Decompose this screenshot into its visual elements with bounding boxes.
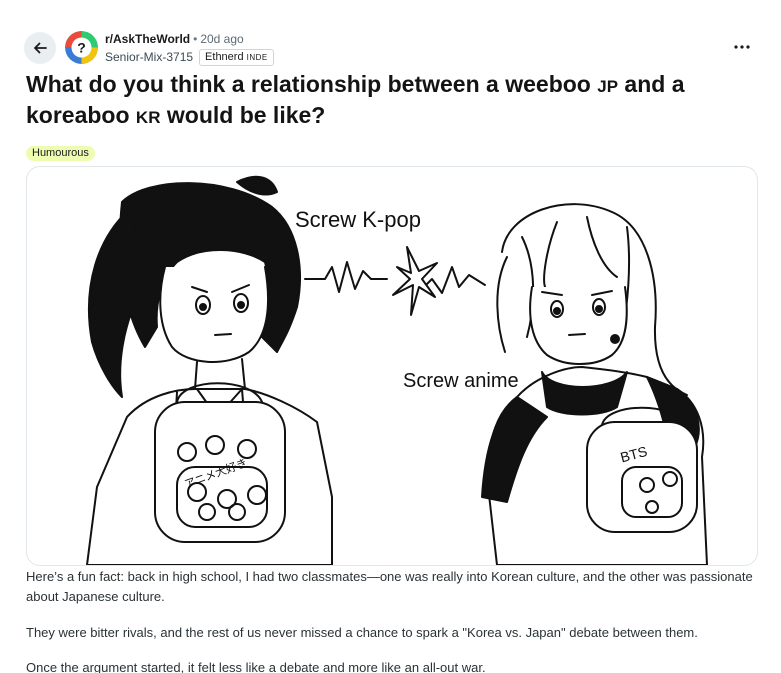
body-paragraph-1: Here’s a fun fact: back in high school, …: [26, 569, 753, 604]
user-flair: Ethnerd INDE: [199, 49, 274, 66]
post-time: 20d ago: [200, 32, 244, 46]
country-code-kr: KR: [135, 108, 161, 127]
back-button[interactable]: [24, 32, 56, 64]
body-paragraph-2: They were bitter rivals, and the rest of…: [26, 625, 698, 640]
title-text-3: would be like?: [160, 102, 326, 128]
country-code-jp: JP: [597, 77, 619, 96]
post-title: What do you think a relationship between…: [26, 70, 726, 132]
body-paragraph-3: Once the argument started, it felt less …: [26, 660, 486, 673]
speech-screw-kpop: Screw K-pop: [295, 207, 421, 232]
question-globe-icon: ?: [65, 31, 98, 64]
subreddit-link[interactable]: r/AskTheWorld: [105, 32, 190, 46]
subreddit-avatar[interactable]: ?: [65, 31, 98, 64]
comic-illustration: アニメ大好き Screw K-pop Screw anime BTS: [86, 175, 708, 565]
arrow-left-icon: [34, 42, 47, 54]
author-link[interactable]: Senior-Mix-3715: [105, 50, 193, 65]
title-text-1: What do you think a relationship between…: [26, 71, 598, 97]
post-page: ? r/AskTheWorld • 20d ago Senior-Mix-3715 …: [0, 0, 781, 673]
speech-screw-anime: Screw anime: [403, 370, 519, 392]
more-options-button[interactable]: [731, 38, 753, 56]
user-flair-small: INDE: [246, 53, 268, 62]
left-girl-illustration: [86, 175, 333, 565]
post-flair[interactable]: Humourous: [26, 146, 95, 161]
svg-text:?: ?: [77, 40, 86, 56]
post-image[interactable]: アニメ大好き Screw K-pop Screw anime BTS: [26, 166, 758, 566]
post-meta-top: r/AskTheWorld • 20d ago: [105, 32, 244, 47]
lightning-clash: [304, 246, 486, 316]
meta-separator: •: [193, 32, 198, 46]
ellipsis-icon: [734, 45, 750, 49]
post-meta-author: Senior-Mix-3715 Ethnerd INDE: [105, 49, 274, 66]
user-flair-main: Ethnerd: [205, 51, 244, 63]
